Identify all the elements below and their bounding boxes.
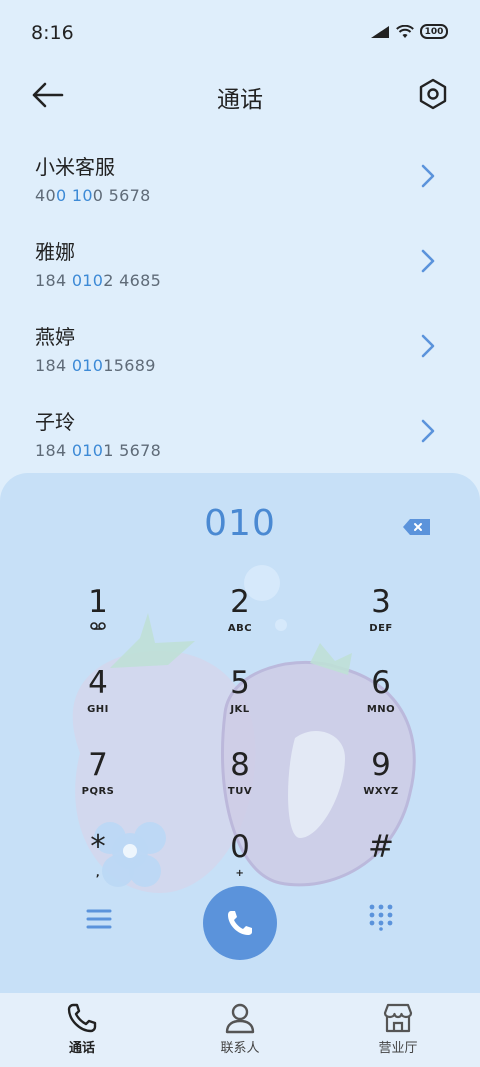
nav-label-contacts: 联系人 bbox=[220, 1041, 260, 1056]
chevron-right-icon[interactable] bbox=[420, 249, 436, 273]
dialpad-key-5[interactable]: 5 JKL bbox=[180, 666, 300, 736]
contact-item[interactable]: 雅娜 184 0102 4685 bbox=[0, 225, 480, 310]
dialpad-key-8[interactable]: 8 TUV bbox=[180, 748, 300, 818]
dialer-action-row bbox=[0, 883, 480, 963]
contact-item[interactable]: 子玲 184 0101 5678 bbox=[0, 395, 480, 480]
nav-tab-contacts[interactable]: 联系人 bbox=[180, 1001, 300, 1056]
voicemail-icon bbox=[90, 622, 106, 630]
store-icon bbox=[383, 1003, 413, 1033]
dialpad-key-7[interactable]: 7 PQRS bbox=[38, 748, 158, 818]
dialpad-key-2[interactable]: 2 ABC bbox=[180, 585, 300, 655]
contact-name: 燕婷 bbox=[35, 325, 75, 349]
contact-number: 400 100 5678 bbox=[35, 186, 151, 205]
wifi-icon bbox=[396, 24, 414, 38]
chevron-right-icon[interactable] bbox=[420, 164, 436, 188]
contact-number: 184 0102 4685 bbox=[35, 271, 162, 290]
dialpad-key-9[interactable]: 9 WXYZ bbox=[321, 748, 441, 818]
status-bar: 8:16 100 bbox=[0, 0, 480, 68]
nav-label-calls: 通话 bbox=[68, 1041, 95, 1056]
nav-tab-service-hall[interactable]: 营业厅 bbox=[338, 1001, 458, 1056]
contact-number: 184 01015689 bbox=[35, 356, 156, 375]
contact-name: 雅娜 bbox=[35, 240, 75, 264]
dialpad-key-4[interactable]: 4 GHI bbox=[38, 666, 158, 736]
chevron-right-icon[interactable] bbox=[420, 419, 436, 443]
cellular-signal-icon bbox=[371, 25, 389, 38]
contact-name: 小米客服 bbox=[35, 155, 115, 179]
dialpad-panel: 010 1 2 ABC 3 DEF 4 GHI 5 JKL 6 MNO 7 PQ… bbox=[0, 473, 480, 993]
dialpad-key-6[interactable]: 6 MNO bbox=[321, 666, 441, 736]
header: 通话 bbox=[0, 68, 480, 124]
phone-icon bbox=[228, 911, 252, 935]
contact-number: 184 0101 5678 bbox=[35, 441, 162, 460]
phone-icon bbox=[67, 1003, 97, 1033]
contact-name: 子玲 bbox=[35, 410, 75, 434]
dialpad-key-3[interactable]: 3 DEF bbox=[321, 585, 441, 655]
nav-label-service-hall: 营业厅 bbox=[378, 1041, 418, 1056]
page-title: 通话 bbox=[217, 87, 263, 113]
contact-item[interactable]: 小米客服 400 100 5678 bbox=[0, 140, 480, 225]
person-icon bbox=[225, 1003, 255, 1034]
call-button[interactable] bbox=[203, 886, 277, 960]
battery-icon: 100 bbox=[420, 24, 448, 39]
bottom-navigation: 通话 联系人 营业厅 bbox=[0, 993, 480, 1067]
keypad-grid-icon[interactable] bbox=[368, 903, 394, 931]
nav-tab-calls[interactable]: 通话 bbox=[22, 1001, 142, 1056]
contact-suggestion-list: 小米客服 400 100 5678 雅娜 184 0102 4685 燕婷 18… bbox=[0, 140, 480, 480]
status-time: 8:16 bbox=[31, 22, 74, 44]
backspace-icon[interactable] bbox=[402, 517, 432, 537]
status-icons: 100 bbox=[370, 24, 448, 39]
contact-item[interactable]: 燕婷 184 01015689 bbox=[0, 310, 480, 395]
menu-icon[interactable] bbox=[86, 907, 112, 931]
dialpad-key-1[interactable]: 1 bbox=[38, 585, 158, 655]
chevron-right-icon[interactable] bbox=[420, 334, 436, 358]
settings-hexagon-icon[interactable] bbox=[418, 78, 448, 110]
battery-level: 100 bbox=[424, 26, 444, 37]
